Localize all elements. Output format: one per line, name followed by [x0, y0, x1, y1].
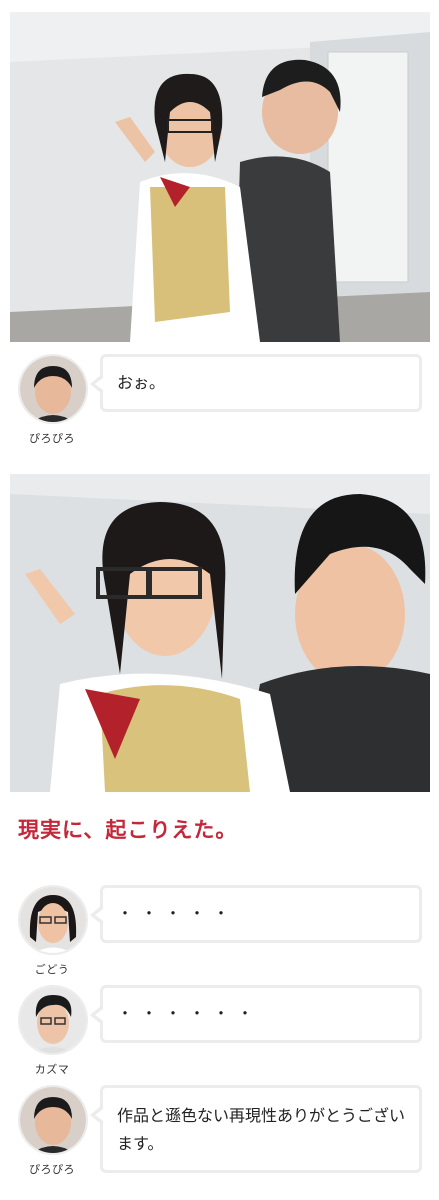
speech-bubble: 作品と遜色ない再現性ありがとうございます。: [90, 1085, 422, 1173]
avatar-piropiro: [18, 354, 88, 424]
speaker-name: ぴろぴろ: [29, 1163, 75, 1176]
speaker-block: ぴろぴろ: [18, 354, 88, 446]
photo-wig-pose-2: [10, 474, 430, 792]
photo-illustration: [10, 12, 430, 342]
headline: 現実に、起こりえた。: [18, 818, 238, 842]
speaker-name: カズマ: [34, 1063, 70, 1076]
speech-bubble: ・・・・・・: [90, 985, 422, 1043]
avatar-godou: [18, 885, 88, 955]
photo-illustration: [10, 474, 430, 792]
avatar-piropiro: [18, 1085, 88, 1155]
speech-bubble: おぉ。: [90, 354, 422, 412]
speaker-name: ごどう: [34, 963, 70, 976]
speaker-block: ごどう: [18, 885, 88, 977]
speaker-block: カズマ: [18, 985, 88, 1077]
photo-wig-pose-1: [10, 12, 430, 342]
avatar-icon: [20, 356, 86, 422]
speech-bubble: ・・・・・: [90, 885, 422, 943]
avatar-kazuma: [18, 985, 88, 1055]
speaker-name: ぴろぴろ: [29, 432, 75, 445]
avatar-icon: [20, 987, 86, 1053]
avatar-icon: [20, 887, 86, 953]
speaker-block: ぴろぴろ: [18, 1085, 88, 1177]
avatar-icon: [20, 1087, 86, 1153]
